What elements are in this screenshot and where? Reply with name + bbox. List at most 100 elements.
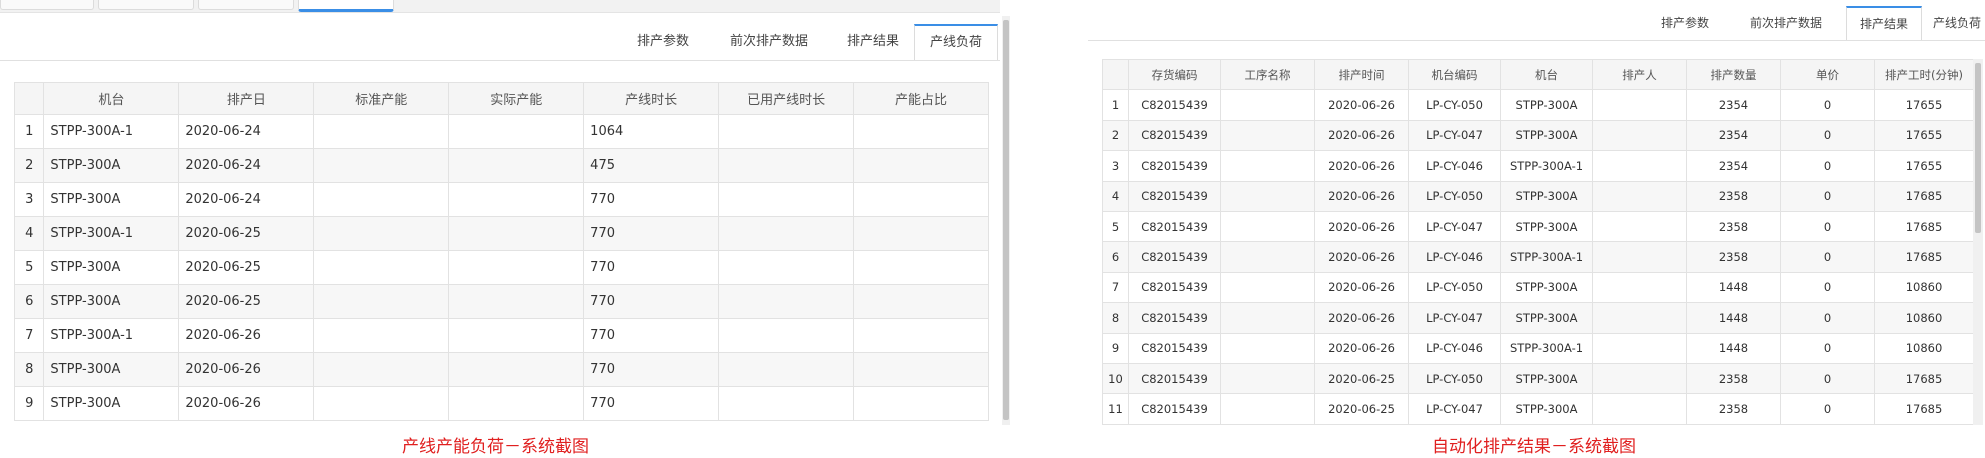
table-cell[interactable]: 2020-06-25 [1314, 393, 1409, 425]
table-cell[interactable]: 2354 [1686, 119, 1781, 152]
table-cell[interactable]: 0 [1780, 89, 1875, 121]
column-header[interactable]: 存货编码 [1128, 58, 1221, 91]
vertical-scrollbar[interactable] [1002, 16, 1010, 425]
table-row[interactable]: 9 C82015439 2020-06-26 LP-CY-046 STPP-300A-1… [1102, 332, 1974, 364]
column-header[interactable]: 排产人 [1592, 58, 1687, 91]
scrollbar-thumb[interactable] [1003, 20, 1009, 420]
table-cell[interactable]: 17685 [1874, 241, 1974, 273]
table-cell[interactable]: 0 [1780, 241, 1875, 273]
scrollbar-thumb[interactable] [1975, 63, 1981, 233]
table-cell[interactable]: 2020-06-25 [1314, 362, 1409, 395]
table-cell[interactable]: 0 [1780, 302, 1875, 334]
table-cell[interactable] [1592, 150, 1687, 182]
table-row[interactable]: 7 STPP-300A-1 2020-06-26 770 [13, 318, 989, 353]
table-cell[interactable] [448, 352, 585, 387]
table-row[interactable]: 2 STPP-300A 2020-06-24 475 [13, 148, 989, 183]
tab-previous-schedule-data[interactable]: 前次排产数据 [706, 24, 832, 60]
table-cell[interactable]: 2020-06-26 [1314, 89, 1409, 121]
table-cell[interactable] [718, 318, 855, 353]
table-cell[interactable] [1220, 271, 1315, 304]
table-cell[interactable]: STPP-300A [43, 250, 180, 285]
table-cell[interactable]: 2354 [1686, 89, 1781, 121]
table-cell[interactable] [718, 250, 855, 285]
table-cell[interactable]: 770 [583, 250, 720, 285]
table-cell[interactable] [1592, 302, 1687, 334]
table-cell[interactable]: STPP-300A [1500, 393, 1593, 425]
table-cell[interactable] [718, 114, 855, 149]
table-cell[interactable]: STPP-300A-1 [1500, 150, 1593, 182]
table-cell[interactable] [313, 148, 450, 183]
tab-schedule-params[interactable]: 排产参数 [620, 24, 706, 60]
table-cell[interactable] [313, 386, 450, 421]
table-cell[interactable]: LP-CY-047 [1408, 393, 1501, 425]
tab-line-load[interactable]: 产线负荷 [914, 24, 998, 60]
table-cell[interactable]: 0 [1780, 393, 1875, 425]
table-cell[interactable]: 770 [583, 216, 720, 251]
table-cell[interactable] [1592, 180, 1687, 212]
column-header[interactable]: 产线时长 [583, 82, 720, 115]
table-cell[interactable]: 2020-06-26 [178, 386, 315, 421]
table-cell[interactable]: 2020-06-26 [1314, 332, 1409, 364]
table-cell[interactable]: LP-CY-050 [1408, 180, 1501, 212]
table-cell[interactable]: 10860 [1874, 332, 1974, 364]
table-cell[interactable] [1592, 210, 1687, 243]
column-header[interactable]: 机台编码 [1408, 58, 1501, 91]
table-cell[interactable]: 0 [1780, 271, 1875, 304]
table-cell[interactable] [313, 216, 450, 251]
column-header[interactable]: 排产工时(分钟) [1874, 58, 1974, 91]
table-cell[interactable] [1592, 271, 1687, 304]
table-cell[interactable] [1220, 362, 1315, 395]
tab-line-load[interactable]: 产线负荷 [1922, 6, 1985, 40]
table-cell[interactable] [448, 216, 585, 251]
table-cell[interactable]: 2020-06-26 [178, 352, 315, 387]
table-cell[interactable] [1220, 180, 1315, 212]
table-cell[interactable]: 10860 [1874, 302, 1974, 334]
table-row[interactable]: 9 STPP-300A 2020-06-26 770 [13, 386, 989, 421]
table-cell[interactable]: 0 [1780, 362, 1875, 395]
table-cell[interactable]: 770 [583, 182, 720, 217]
table-cell[interactable]: 17685 [1874, 180, 1974, 212]
table-cell[interactable]: 17685 [1874, 393, 1974, 425]
table-cell[interactable] [1220, 150, 1315, 182]
table-cell[interactable]: 2020-06-24 [178, 148, 315, 183]
table-cell[interactable]: LP-CY-050 [1408, 362, 1501, 395]
table-cell[interactable] [718, 216, 855, 251]
table-cell[interactable] [853, 148, 989, 183]
table-cell[interactable] [853, 114, 989, 149]
table-cell[interactable] [1592, 119, 1687, 152]
table-cell[interactable]: LP-CY-046 [1408, 150, 1501, 182]
outer-tab[interactable] [98, 0, 194, 10]
table-cell[interactable] [448, 182, 585, 217]
table-cell[interactable]: 2020-06-26 [1314, 150, 1409, 182]
table-row[interactable]: 5 STPP-300A 2020-06-25 770 [13, 250, 989, 285]
table-cell[interactable] [448, 284, 585, 319]
column-header[interactable]: 工序名称 [1220, 58, 1315, 91]
table-cell[interactable]: STPP-300A-1 [1500, 332, 1593, 364]
table-cell[interactable]: STPP-300A [1500, 362, 1593, 395]
table-cell[interactable]: 2020-06-26 [1314, 210, 1409, 243]
table-row[interactable]: 4 C82015439 2020-06-26 LP-CY-050 STPP-300A 23… [1102, 180, 1974, 212]
table-cell[interactable]: 17655 [1874, 150, 1974, 182]
table-cell[interactable]: C82015439 [1128, 89, 1221, 121]
table-cell[interactable]: 0 [1780, 150, 1875, 182]
table-row[interactable]: 3 STPP-300A 2020-06-24 770 [13, 182, 989, 217]
table-row[interactable]: 6 STPP-300A 2020-06-25 770 [13, 284, 989, 319]
table-cell[interactable]: 2020-06-24 [178, 182, 315, 217]
table-cell[interactable]: STPP-300A-1 [43, 318, 180, 353]
table-cell[interactable]: C82015439 [1128, 210, 1221, 243]
table-cell[interactable]: 17685 [1874, 362, 1974, 395]
column-header[interactable]: 机台 [43, 82, 180, 115]
table-cell[interactable]: STPP-300A [43, 284, 180, 319]
table-cell[interactable]: 2020-06-26 [1314, 180, 1409, 212]
table-row[interactable]: 6 C82015439 2020-06-26 LP-CY-046 STPP-300A-1… [1102, 241, 1974, 273]
table-cell[interactable] [313, 114, 450, 149]
table-cell[interactable] [1592, 393, 1687, 425]
table-cell[interactable]: 2020-06-24 [178, 114, 315, 149]
table-cell[interactable] [448, 318, 585, 353]
table-cell[interactable]: C82015439 [1128, 241, 1221, 273]
table-cell[interactable] [313, 284, 450, 319]
table-row[interactable]: 1 STPP-300A-1 2020-06-24 1064 [13, 114, 989, 149]
table-cell[interactable]: 2358 [1686, 241, 1781, 273]
table-cell[interactable]: C82015439 [1128, 180, 1221, 212]
table-cell[interactable] [853, 318, 989, 353]
